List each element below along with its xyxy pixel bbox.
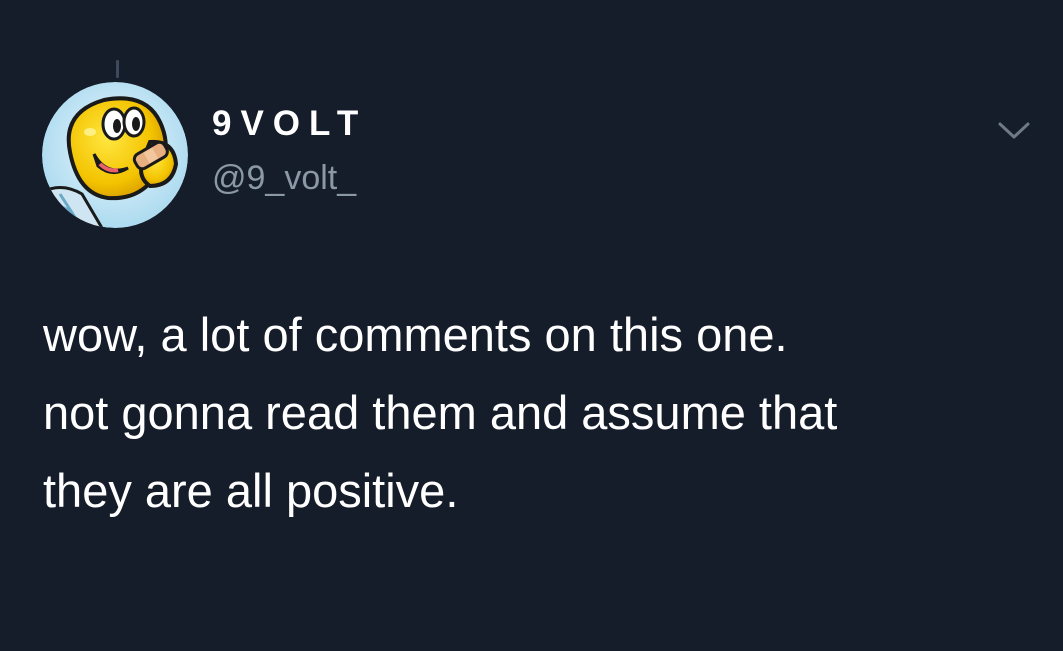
thread-connector-line [116,60,119,78]
tweet-text-line: wow, a lot of comments on this one. [43,308,788,361]
tweet-card: 9VOLT @9_volt_ wow, a lot of comments on… [0,0,1063,651]
author-display-name[interactable]: 9VOLT [212,104,367,144]
author-handle[interactable]: @9_volt_ [212,158,356,198]
tweet-text-line: not gonna read them and assume that [43,386,838,439]
koopa-troopa-avatar-icon[interactable] [42,82,188,228]
tweet-text: wow, a lot of comments on this one. not … [43,296,1033,530]
tweet-text-line: they are all positive. [43,464,459,517]
chevron-down-icon[interactable] [996,118,1032,142]
